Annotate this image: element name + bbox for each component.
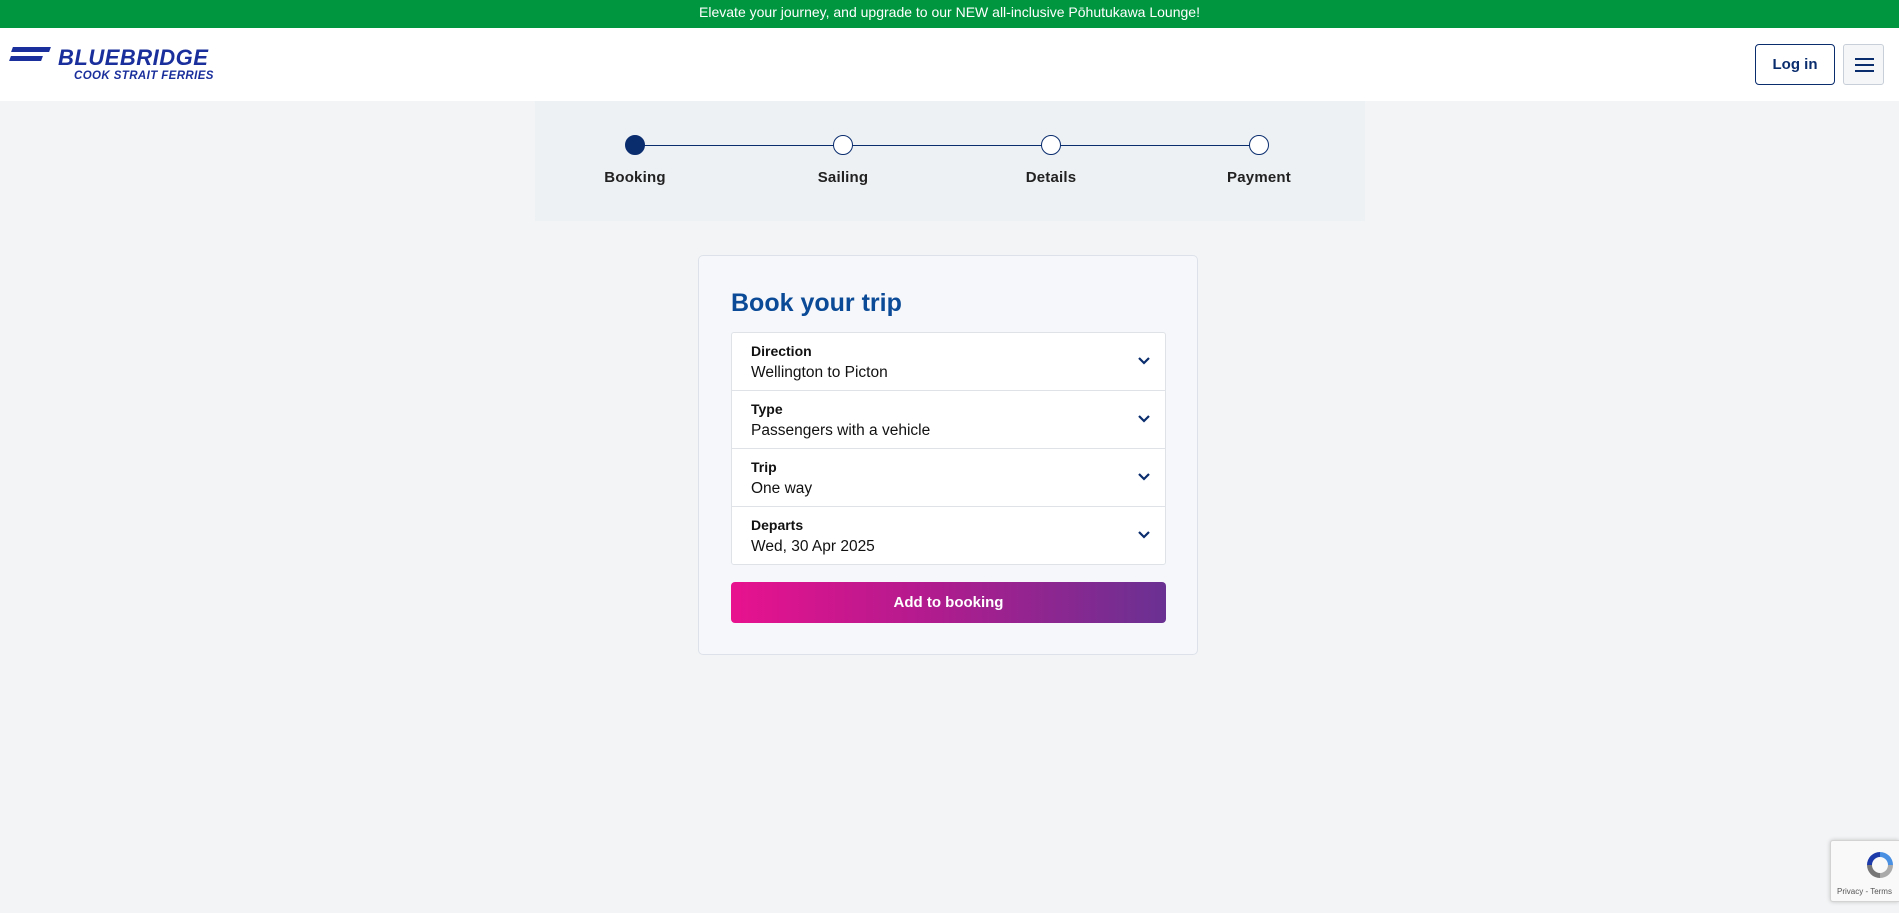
hamburger-menu-icon[interactable] [1843, 44, 1884, 85]
promo-banner-text: Elevate your journey, and upgrade to our… [699, 4, 1200, 20]
promo-banner[interactable]: Elevate your journey, and upgrade to our… [0, 0, 1899, 28]
chevron-down-icon [1138, 531, 1150, 539]
chevron-down-icon [1138, 473, 1150, 481]
step-dot [1249, 135, 1269, 155]
step-dot [833, 135, 853, 155]
field-value: Passengers with a vehicle [751, 422, 931, 439]
booking-progress-stepper: Booking Sailing Details Payment [535, 101, 1365, 221]
step-booking: Booking [575, 135, 695, 186]
recaptcha-badge[interactable]: Privacy - Terms [1830, 840, 1899, 902]
step-dot [1041, 135, 1061, 155]
departs-date-select[interactable]: Departs Wed, 30 Apr 2025 [732, 507, 1165, 564]
field-label: Type [751, 401, 783, 417]
card-title: Book your trip [731, 289, 902, 317]
logo-title: BLUEBRIDGE [58, 45, 209, 70]
field-value: Wed, 30 Apr 2025 [751, 538, 875, 555]
bluebridge-logo[interactable]: BLUEBRIDGE COOK STRAIT FERRIES [9, 47, 214, 83]
step-sailing: Sailing [783, 135, 903, 186]
step-label: Payment [1227, 169, 1291, 186]
field-label: Departs [751, 517, 804, 533]
field-label: Direction [751, 343, 812, 359]
step-dot [625, 135, 645, 155]
site-header: BLUEBRIDGE COOK STRAIT FERRIES Log in [0, 28, 1899, 101]
step-label: Details [1025, 169, 1077, 186]
progress-line [635, 145, 1259, 146]
field-value: One way [751, 480, 813, 497]
add-to-booking-button[interactable]: Add to booking [731, 582, 1166, 623]
recaptcha-icon [1867, 852, 1893, 878]
login-button[interactable]: Log in [1755, 44, 1835, 85]
chevron-down-icon [1138, 357, 1150, 365]
book-trip-card: Book your trip Direction Wellington to P… [698, 255, 1198, 655]
step-payment: Payment [1199, 135, 1319, 186]
logo-subtitle: COOK STRAIT FERRIES [74, 70, 214, 82]
trip-select[interactable]: Trip One way [732, 449, 1165, 507]
field-label: Trip [751, 459, 777, 475]
step-label: Sailing [817, 169, 869, 186]
step-details: Details [991, 135, 1111, 186]
field-value: Wellington to Picton [751, 364, 888, 381]
type-select[interactable]: Type Passengers with a vehicle [732, 391, 1165, 449]
logo-text: BLUEBRIDGE COOK STRAIT FERRIES [58, 47, 214, 83]
logo-mark-icon [9, 47, 51, 67]
recaptcha-links[interactable]: Privacy - Terms [1837, 887, 1892, 896]
direction-select[interactable]: Direction Wellington to Picton [732, 333, 1165, 391]
step-label: Booking [604, 169, 666, 186]
booking-fields: Direction Wellington to Picton Type Pass… [731, 332, 1166, 565]
chevron-down-icon [1138, 415, 1150, 423]
